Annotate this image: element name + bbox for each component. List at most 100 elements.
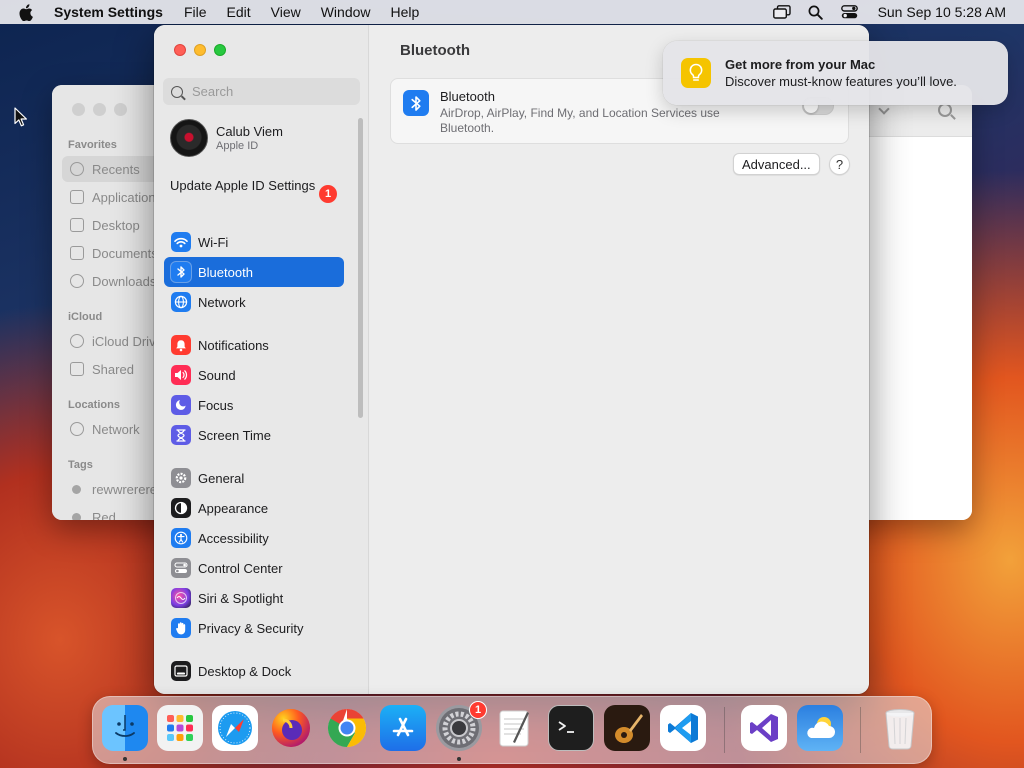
tips-notification[interactable]: Get more from your Mac Discover must-kno… [663,41,1008,105]
chrome-icon[interactable] [324,705,370,751]
sidebar-item-accessibility[interactable]: Accessibility [164,523,344,553]
sidebar-item-wifi[interactable]: Wi-Fi [164,227,344,257]
sidebar-item-siri-spotlight[interactable]: Siri & Spotlight [164,583,344,613]
window-controls [174,44,226,56]
sidebar-item-sound[interactable]: Sound [164,360,344,390]
sidebar-item-privacy-security[interactable]: Privacy & Security [164,613,344,643]
control-center-icon[interactable] [840,4,860,20]
finder-item-label: Documents [92,245,158,261]
notification-title: Get more from your Mac [725,57,876,72]
finder-item-icloud-drive[interactable]: iCloud Drive [62,328,163,354]
sidebar-item-label: Appearance [198,500,269,516]
spotlight-search-icon[interactable] [806,4,826,20]
help-button[interactable]: ? [829,154,850,175]
appearance-icon [171,498,191,518]
close-button[interactable] [174,44,186,56]
sidebar-item-label: Control Center [198,560,283,576]
sidebar-item-bluetooth[interactable]: Bluetooth [164,257,344,287]
sidebar-item-label: Siri & Spotlight [198,590,284,606]
finder-item-tag[interactable]: rewwrerere [62,476,162,502]
app-store-icon[interactable] [380,705,426,751]
trash-icon[interactable] [877,705,923,751]
visual-studio-icon[interactable] [741,705,787,751]
settings-sidebar: Calub Viem Apple ID Update Apple ID Sett… [154,25,369,694]
applications-icon [70,190,84,204]
finder-minimize-button[interactable] [93,103,106,116]
sidebar-scrollbar[interactable] [358,118,363,418]
finder-section-favorites: Favorites [68,139,117,151]
firefox-icon[interactable] [268,705,314,751]
search-icon [171,85,183,98]
sidebar-item-label: Notifications [198,337,269,353]
finder-section-locations: Locations [68,399,120,411]
sidebar-item-network[interactable]: Network [164,287,344,317]
sidebar-item-label: Sound [198,367,236,383]
menu-file[interactable]: File [184,4,207,20]
wifi-icon [171,232,191,252]
settings-badge: 1 [469,701,487,719]
page-title: Bluetooth [400,42,470,59]
sidebar-item-label: Bluetooth [198,264,253,280]
accessibility-icon [171,528,191,548]
dock-icon [171,661,191,681]
finder-item-downloads[interactable]: Downloads [62,268,162,294]
finder-item-desktop[interactable]: Desktop [62,212,162,238]
safari-icon[interactable] [212,705,258,751]
menu-view[interactable]: View [271,4,301,20]
sidebar-item-control-center[interactable]: Control Center [164,553,344,583]
menu-window[interactable]: Window [321,4,371,20]
sidebar-item-appearance[interactable]: Appearance [164,493,344,523]
vscode-icon[interactable] [660,705,706,751]
apple-id-account[interactable]: Calub Viem Apple ID [170,119,283,157]
finder-item-label: iCloud Drive [92,333,163,349]
finder-icon[interactable] [102,705,148,751]
screen-mirroring-icon[interactable] [772,4,792,20]
finder-item-applications[interactable]: Applications [62,184,162,210]
account-subtitle: Apple ID [216,140,259,152]
globe-icon [171,292,191,312]
finder-item-network[interactable]: Network [62,416,162,442]
menu-app-name[interactable]: System Settings [54,4,163,20]
finder-zoom-button[interactable] [114,103,127,116]
finder-item-documents[interactable]: Documents [62,240,162,266]
sidebar-item-general[interactable]: General [164,463,344,493]
control-center-icon [171,558,191,578]
sidebar-item-screen-time[interactable]: Screen Time [164,420,344,450]
clock-icon [70,162,84,176]
finder-item-recents[interactable]: Recents [62,156,162,182]
menu-edit[interactable]: Edit [227,4,251,20]
finder-item-tag-red[interactable]: Red [62,504,162,520]
menu-help[interactable]: Help [391,4,420,20]
sidebar-item-label: Wi-Fi [198,234,229,250]
finder-close-button[interactable] [72,103,85,116]
finder-item-label: Desktop [92,217,140,233]
terminal-icon[interactable] [548,705,594,751]
shared-folder-icon [70,362,84,376]
weather-icon[interactable] [797,705,843,751]
minimize-button[interactable] [194,44,206,56]
sidebar-item-notifications[interactable]: Notifications [164,330,344,360]
apple-logo-icon[interactable] [18,3,36,21]
textedit-icon[interactable] [492,705,538,751]
advanced-button[interactable]: Advanced... [733,153,820,175]
sidebar-item-focus[interactable]: Focus [164,390,344,420]
update-apple-id-settings[interactable]: Update Apple ID Settings [170,178,340,194]
finder-item-label: Applications [92,189,163,205]
lightbulb-icon [681,58,711,88]
zoom-button[interactable] [214,44,226,56]
sidebar-item-label: Network [198,294,246,310]
menu-bar-clock[interactable]: Sun Sep 10 5:28 AM [878,4,1006,20]
finder-search-icon[interactable] [938,103,952,117]
finder-item-shared[interactable]: Shared [62,356,162,382]
sidebar-item-label: Desktop & Dock [198,663,292,679]
garageband-icon[interactable] [604,705,650,751]
finder-item-label: Network [92,421,140,437]
sidebar-search[interactable] [163,78,360,105]
sidebar-item-desktop-dock[interactable]: Desktop & Dock [164,656,344,686]
finder-section-tags: Tags [68,459,93,471]
tag-dot-icon [72,512,81,520]
sidebar-item-label: Privacy & Security [198,620,304,636]
dock-separator [860,707,861,753]
search-input[interactable] [192,84,352,99]
launchpad-icon[interactable] [157,705,203,751]
